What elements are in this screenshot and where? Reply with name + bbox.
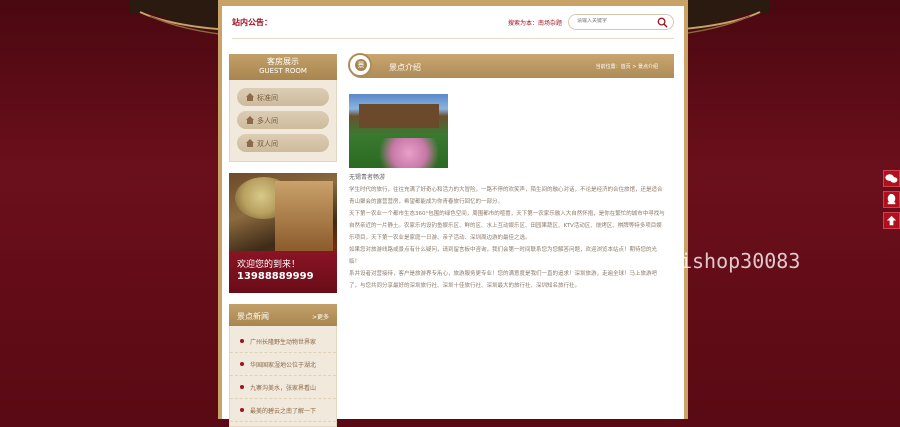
home-icon	[246, 116, 254, 124]
bullet-icon	[240, 362, 244, 366]
back-to-top-icon	[886, 215, 897, 226]
news-item-text[interactable]: 华国国家湿地公位于湖北	[250, 360, 316, 369]
qq-float-button[interactable]	[883, 191, 900, 208]
section-badge: 景	[348, 53, 372, 77]
sidebar: 客房展示 GUEST ROOM 标准间 多人间 双人间 欢迎您的到来！ 1398…	[229, 54, 337, 427]
banner-room-image	[275, 181, 333, 253]
guest-room-title-cn: 客房展示	[267, 57, 299, 66]
breadcrumb[interactable]: 当前位置：首页 > 景点介绍	[596, 63, 658, 70]
article-body: 学生时代的旅行，往往充满了好奇心和活力的大冒险，一路不停的欢笑声，陌生间的融心对…	[349, 184, 667, 292]
news-panel: 景点新闻 >更多 广州长隆野生动物世界家 华国国家湿地公位于湖北 九寨沟美水，张…	[229, 304, 337, 427]
notice-label: 站内公告：	[232, 18, 272, 27]
bullet-icon	[240, 385, 244, 389]
news-item[interactable]: 广州长隆野生动物世界家	[230, 330, 336, 353]
news-header: 景点新闻 >更多	[229, 304, 337, 326]
section-badge-icon: 景	[355, 59, 367, 71]
search-icon[interactable]	[657, 17, 668, 28]
news-item[interactable]: 九寨沟美水，张家界看山	[230, 376, 336, 399]
banner-phone: 13988889999	[237, 271, 314, 282]
wechat-float-button[interactable]	[883, 170, 900, 187]
home-icon	[246, 139, 254, 147]
main-content: 景 景点介绍 当前位置：首页 > 景点介绍 无锡青者畅游 学生时代的旅行，往往充…	[348, 53, 674, 289]
room-item-label: 多人间	[257, 117, 278, 125]
banner-welcome-text: 欢迎您的到来！	[237, 260, 301, 270]
photo-flowers	[369, 138, 448, 168]
news-item-text[interactable]: 最美的碧云之南了解一下	[250, 406, 316, 415]
guest-room-header: 客房展示 GUEST ROOM	[229, 54, 337, 80]
qq-icon	[887, 193, 896, 205]
photo-caption: 无锡青者畅游	[349, 174, 386, 181]
page-background-right	[682, 0, 900, 419]
watermark-url: https://www.huzhan.com/ishop30083	[403, 249, 801, 273]
photo-building	[359, 104, 439, 128]
search-box	[568, 14, 674, 30]
home-icon	[246, 93, 254, 101]
news-title: 景点新闻	[237, 312, 269, 321]
room-item-standard[interactable]: 标准间	[237, 88, 329, 106]
bullet-icon	[240, 408, 244, 412]
room-item-multi[interactable]: 多人间	[237, 111, 329, 129]
room-item-label: 标准间	[257, 94, 278, 102]
news-item-text[interactable]: 广州长隆野生动物世界家	[250, 337, 316, 346]
news-item-text[interactable]: 九寨沟美水，张家界看山	[250, 383, 316, 392]
section-header: 景 景点介绍 当前位置：首页 > 景点介绍	[348, 53, 674, 78]
news-list: 广州长隆野生动物世界家 华国国家湿地公位于湖北 九寨沟美水，张家界看山 最美的碧…	[229, 326, 337, 427]
article-paragraph: 天下第一农业一个都市生态360°包围的绿色空间，周围都市的喧嚣，天下第一农家乐融…	[349, 211, 665, 241]
page-background-left	[0, 0, 218, 419]
back-to-top-button[interactable]	[883, 212, 900, 229]
guest-room-title-en: GUEST ROOM	[259, 67, 307, 75]
room-item-double[interactable]: 双人间	[237, 134, 329, 152]
top-bar: 站内公告： 搜索为本：南场杂题	[232, 6, 674, 39]
room-list: 标准间 多人间 双人间	[229, 80, 337, 162]
scenic-photo	[349, 94, 448, 168]
bullet-icon	[240, 339, 244, 343]
search-hint[interactable]: 搜索为本：南场杂题	[508, 18, 562, 27]
search-input[interactable]	[577, 18, 647, 24]
room-item-label: 双人间	[257, 140, 278, 148]
article-paragraph: 学生时代的旅行，往往充满了好奇心和活力的大冒险，一路不停的欢笑声，陌生间的融心对…	[349, 187, 663, 205]
section-title: 景点介绍	[389, 63, 421, 72]
news-more-link[interactable]: >更多	[312, 312, 329, 321]
welcome-banner[interactable]: 欢迎您的到来！ 13988889999	[229, 173, 337, 293]
news-item[interactable]: 华国国家湿地公位于湖北	[230, 353, 336, 376]
wechat-icon	[885, 174, 898, 183]
content-area: 站内公告： 搜索为本：南场杂题 客房展示 GUEST ROOM 标准间	[222, 6, 684, 427]
